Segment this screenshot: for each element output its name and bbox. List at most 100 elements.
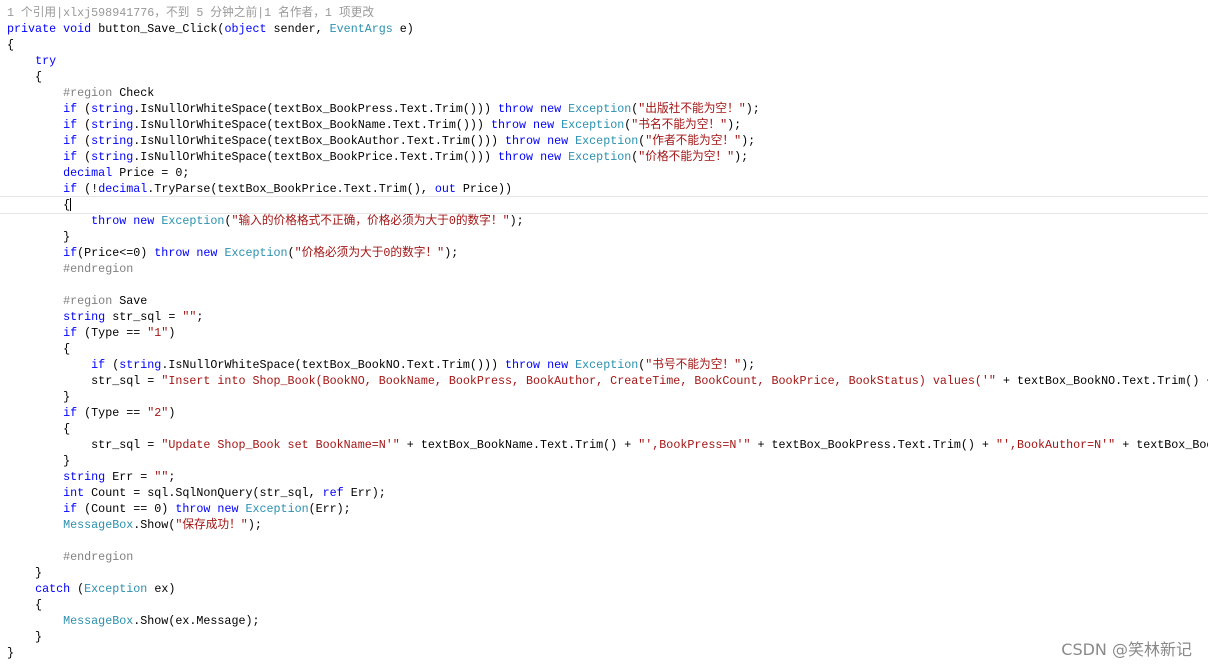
code-token: e) bbox=[399, 22, 414, 36]
code-line[interactable]: MessageBox.Show(ex.Message); bbox=[7, 613, 1208, 629]
code-token: ); bbox=[444, 246, 459, 260]
code-token: (Type == bbox=[84, 406, 148, 420]
string-token: "作者不能为空！" bbox=[645, 134, 742, 148]
code-line[interactable]: if (Type == "2") bbox=[7, 405, 1208, 421]
code-line[interactable]: if (Type == "1") bbox=[7, 325, 1208, 341]
string-token: "价格必须为大于0的数字！" bbox=[294, 246, 445, 260]
code-token: ) bbox=[168, 326, 176, 340]
code-line[interactable]: } bbox=[7, 229, 1208, 245]
code-line[interactable]: if (string.IsNullOrWhiteSpace(textBox_Bo… bbox=[7, 357, 1208, 373]
code-line[interactable]: if (string.IsNullOrWhiteSpace(textBox_Bo… bbox=[7, 149, 1208, 165]
code-line[interactable]: } bbox=[7, 453, 1208, 469]
keyword-token: string bbox=[63, 310, 113, 324]
code-token: } bbox=[7, 630, 43, 644]
code-token: str_sql = bbox=[7, 374, 162, 388]
code-line[interactable]: { bbox=[0, 196, 1208, 214]
code-line[interactable]: if (string.IsNullOrWhiteSpace(textBox_Bo… bbox=[7, 117, 1208, 133]
code-line[interactable]: throw new Exception("输入的价格格式不正确，价格必须为大于0… bbox=[7, 213, 1208, 229]
code-line[interactable]: if (string.IsNullOrWhiteSpace(textBox_Bo… bbox=[7, 101, 1208, 117]
code-token: + textBox_BookAuthor bbox=[1122, 438, 1208, 452]
code-line[interactable]: str_sql = "Insert into Shop_Book(BookNO,… bbox=[7, 373, 1208, 389]
code-line[interactable]: { bbox=[7, 341, 1208, 357]
type-token: Exception bbox=[568, 102, 632, 116]
code-line[interactable]: string str_sql = ""; bbox=[7, 309, 1208, 325]
code-token: .TryParse(textBox_BookPrice.Text.Trim(), bbox=[147, 182, 435, 196]
code-line[interactable]: } bbox=[7, 565, 1208, 581]
watermark: CSDN @笑林新记 bbox=[1061, 640, 1192, 659]
keyword-token: string bbox=[91, 118, 134, 132]
code-token: ex) bbox=[154, 582, 176, 596]
code-line[interactable]: decimal Price = 0; bbox=[7, 165, 1208, 181]
code-token: { bbox=[7, 38, 15, 52]
code-token: .Show(ex.Message); bbox=[133, 614, 260, 628]
code-token: { bbox=[7, 598, 43, 612]
code-token: (Type == bbox=[84, 326, 148, 340]
code-token: + textBox_BookNO.Text.Trim() + bbox=[995, 374, 1208, 388]
keyword-token: string bbox=[91, 150, 134, 164]
code-line[interactable]: catch (Exception ex) bbox=[7, 581, 1208, 597]
code-token: { bbox=[7, 70, 43, 84]
keyword-token: if bbox=[63, 102, 85, 116]
keyword-token: decimal bbox=[63, 166, 120, 180]
code-token: Save bbox=[119, 294, 148, 308]
code-line[interactable]: MessageBox.Show("保存成功！"); bbox=[7, 517, 1208, 533]
code-line[interactable]: #region Save bbox=[7, 293, 1208, 309]
region-token: #endregion bbox=[63, 262, 134, 276]
code-line[interactable]: str_sql = "Update Shop_Book set BookName… bbox=[7, 437, 1208, 453]
code-line[interactable]: private void button_Save_Click(object se… bbox=[7, 21, 1208, 37]
code-line[interactable]: if(Price<=0) throw new Exception("价格必须为大… bbox=[7, 245, 1208, 261]
keyword-token: throw new bbox=[505, 358, 576, 372]
keyword-token: if bbox=[63, 118, 85, 132]
code-line[interactable]: if (string.IsNullOrWhiteSpace(textBox_Bo… bbox=[7, 133, 1208, 149]
keyword-token: if bbox=[91, 358, 113, 372]
code-token: Err = bbox=[112, 470, 155, 484]
code-token: .Show( bbox=[133, 518, 176, 532]
code-line[interactable]: { bbox=[7, 597, 1208, 613]
code-line[interactable] bbox=[7, 277, 1208, 293]
code-line[interactable]: { bbox=[7, 37, 1208, 53]
code-line[interactable]: } bbox=[7, 629, 1208, 645]
type-token: Exception bbox=[561, 118, 625, 132]
code-token: (Err); bbox=[308, 502, 351, 516]
keyword-token: if bbox=[63, 406, 85, 420]
code-line[interactable]: int Count = sql.SqlNonQuery(str_sql, ref… bbox=[7, 485, 1208, 501]
code-line[interactable]: } bbox=[7, 645, 1208, 661]
keyword-token: string bbox=[119, 358, 162, 372]
code-line[interactable]: } bbox=[7, 389, 1208, 405]
code-line[interactable] bbox=[7, 533, 1208, 549]
code-token: Price = 0; bbox=[119, 166, 190, 180]
keyword-token: string bbox=[91, 134, 134, 148]
code-editor[interactable]: 1 个引用|xlxj598941776，不到 5 分钟之前|1 名作者，1 项更… bbox=[0, 5, 1208, 661]
keyword-token: throw new bbox=[175, 502, 246, 516]
codelens-info[interactable]: 1 个引用|xlxj598941776，不到 5 分钟之前|1 名作者，1 项更… bbox=[7, 5, 1208, 21]
region-token: #region bbox=[63, 86, 120, 100]
code-token: } bbox=[7, 390, 71, 404]
code-line[interactable]: string Err = ""; bbox=[7, 469, 1208, 485]
type-token: MessageBox bbox=[63, 614, 134, 628]
code-token: ); bbox=[247, 518, 262, 532]
code-line[interactable]: #endregion bbox=[7, 261, 1208, 277]
keyword-token: if bbox=[63, 326, 85, 340]
code-line[interactable]: { bbox=[7, 69, 1208, 85]
code-token: ); bbox=[741, 358, 756, 372]
code-line[interactable]: #endregion bbox=[7, 549, 1208, 565]
code-token: ); bbox=[745, 102, 760, 116]
code-token: Count = sql.SqlNonQuery(str_sql, bbox=[91, 486, 323, 500]
code-line[interactable]: if (Count == 0) throw new Exception(Err)… bbox=[7, 501, 1208, 517]
code-line[interactable]: #region Check bbox=[7, 85, 1208, 101]
keyword-token: out bbox=[434, 182, 463, 196]
string-token: "" bbox=[154, 470, 169, 484]
keyword-token: throw new bbox=[154, 246, 225, 260]
code-line[interactable]: if (!decimal.TryParse(textBox_BookPrice.… bbox=[7, 181, 1208, 197]
code-line[interactable]: { bbox=[7, 421, 1208, 437]
string-token: "2" bbox=[147, 406, 169, 420]
code-line[interactable]: try bbox=[7, 53, 1208, 69]
type-token: Exception bbox=[84, 582, 155, 596]
